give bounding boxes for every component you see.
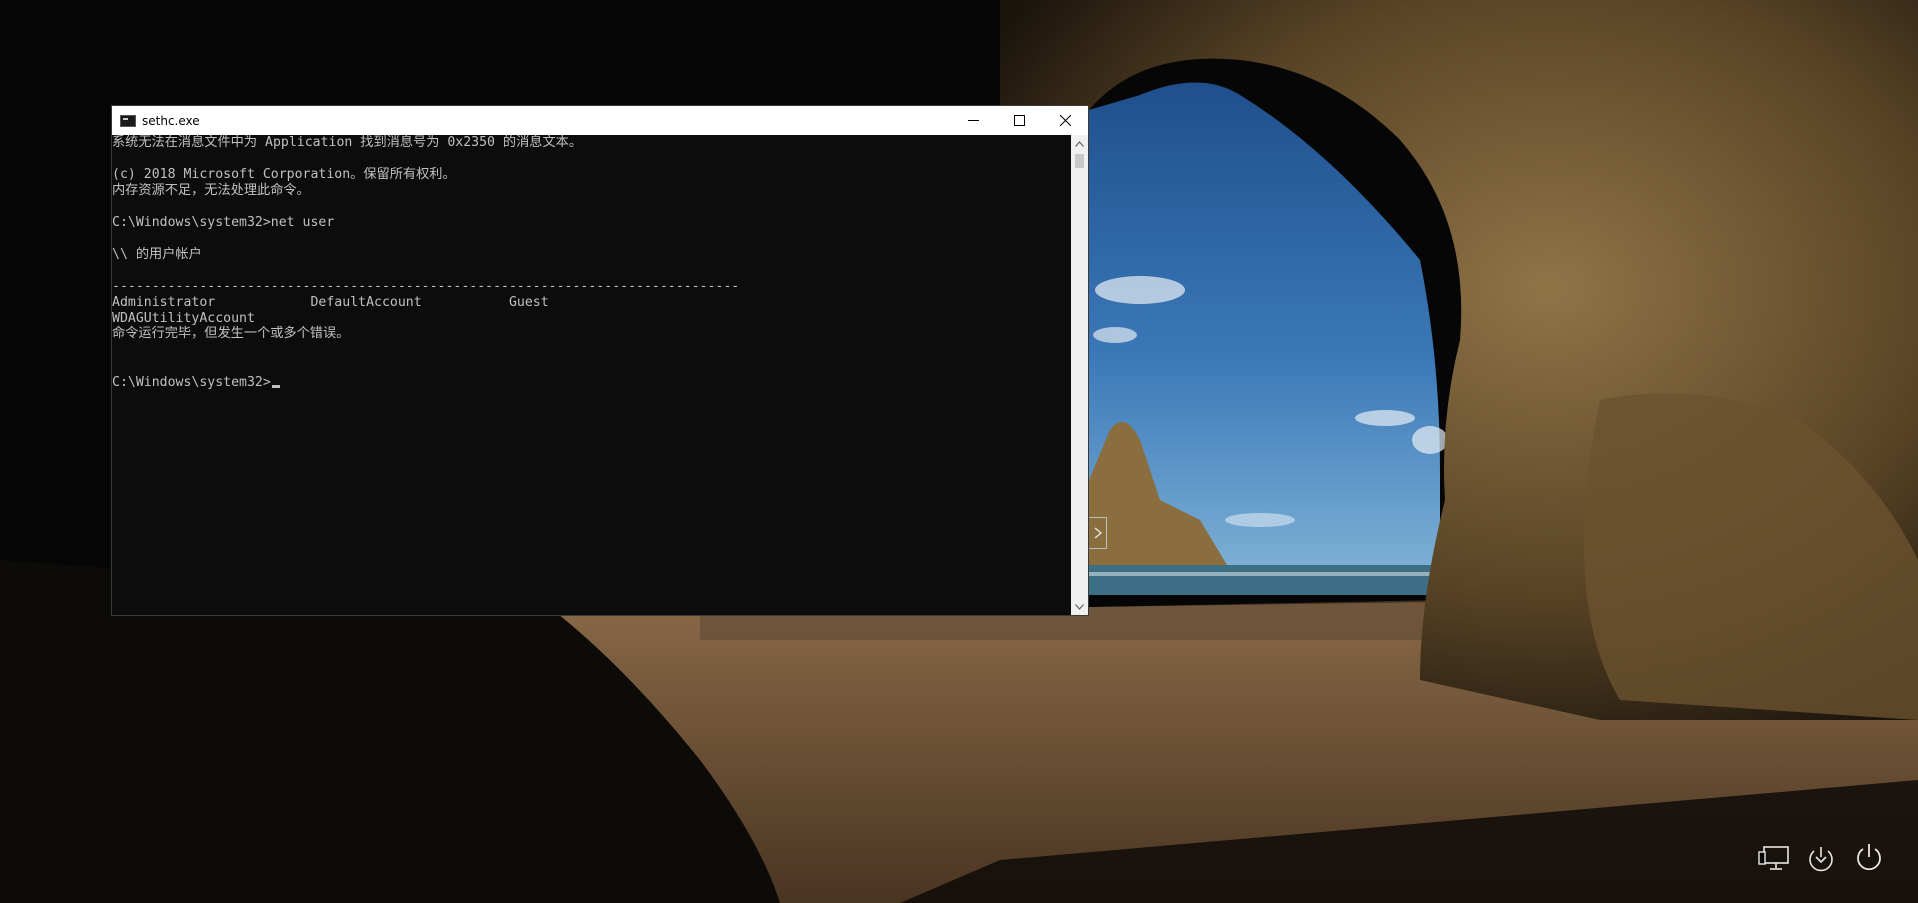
console-line: (c) 2018 Microsoft Corporation。保留所有权利。 xyxy=(112,167,456,182)
window-title: sethc.exe xyxy=(142,113,200,128)
arrow-right-icon xyxy=(1094,527,1102,539)
console-output[interactable]: 系统无法在消息文件中为 Application 找到消息号为 0x2350 的消… xyxy=(112,135,1070,615)
ease-of-access-button[interactable] xyxy=(1803,840,1839,876)
scroll-up-button[interactable] xyxy=(1071,135,1088,152)
scroll-down-button[interactable] xyxy=(1071,598,1088,615)
console-line: WDAGUtilityAccount xyxy=(112,311,255,326)
network-button[interactable] xyxy=(1756,840,1792,876)
console-line: C:\Windows\system32>net user xyxy=(112,215,335,230)
console-window[interactable]: sethc.exe 系统无法在消息文件中为 Application 找到消息号为… xyxy=(111,105,1089,616)
lock-screen-background: sethc.exe 系统无法在消息文件中为 Application 找到消息号为… xyxy=(0,0,1918,903)
console-line: \\ 的用户帐户 xyxy=(112,247,202,262)
maximize-button[interactable] xyxy=(996,106,1042,135)
window-controls xyxy=(950,106,1088,135)
power-icon xyxy=(1857,844,1881,871)
minimize-button[interactable] xyxy=(950,106,996,135)
console-line: 系统无法在消息文件中为 Application 找到消息号为 0x2350 的消… xyxy=(112,135,583,150)
console-line: 内存资源不足，无法处理此命令。 xyxy=(112,183,310,198)
window-titlebar[interactable]: sethc.exe xyxy=(112,106,1088,135)
maximize-icon xyxy=(1013,115,1025,126)
chevron-up-icon xyxy=(1075,140,1084,147)
console-prompt: C:\Windows\system32> xyxy=(112,375,271,390)
scroll-thumb[interactable] xyxy=(1075,154,1084,168)
text-cursor xyxy=(271,385,280,388)
console-line: 命令运行完毕，但发生一个或多个错误。 xyxy=(112,326,350,341)
vertical-scrollbar[interactable] xyxy=(1071,135,1088,615)
chevron-down-icon xyxy=(1075,603,1084,610)
console-separator: ----------------------------------------… xyxy=(112,279,740,294)
close-icon xyxy=(1059,115,1071,126)
sign-in-arrow-button[interactable] xyxy=(1089,517,1107,549)
close-button[interactable] xyxy=(1042,106,1088,135)
network-icon xyxy=(1758,846,1789,870)
minimize-icon xyxy=(967,120,979,121)
power-button[interactable] xyxy=(1851,839,1887,875)
console-prompt-line[interactable]: C:\Windows\system32> xyxy=(112,375,280,391)
ease-of-access-icon xyxy=(1809,847,1833,872)
console-line: Administrator DefaultAccount Guest xyxy=(112,295,549,310)
console-app-icon xyxy=(120,114,136,127)
